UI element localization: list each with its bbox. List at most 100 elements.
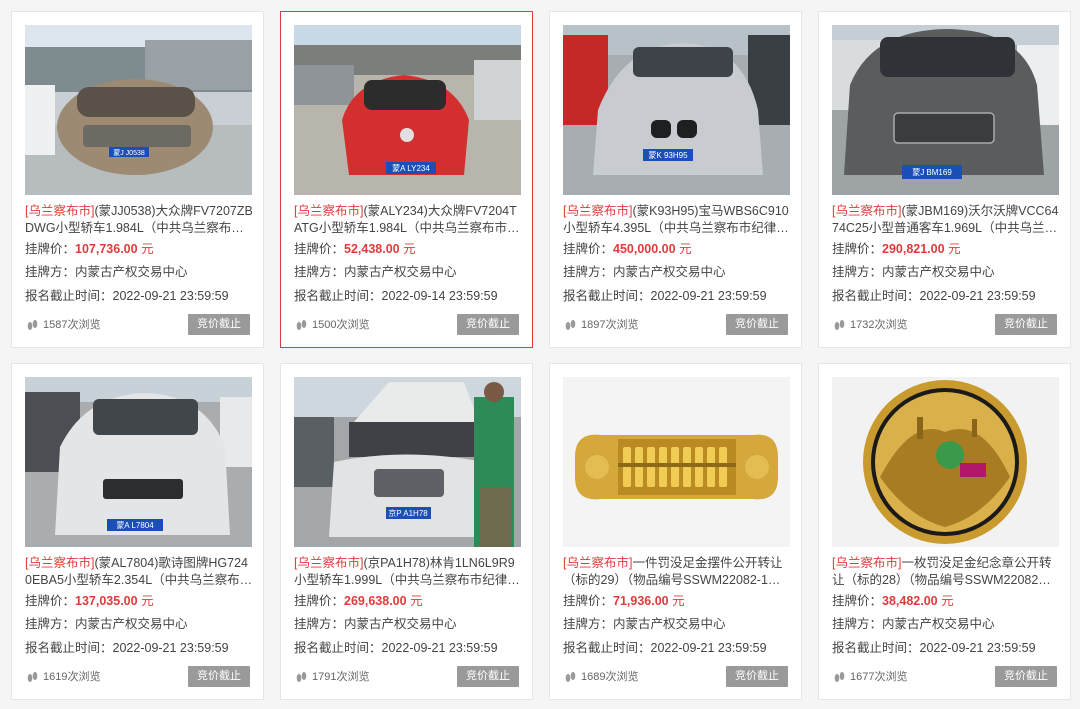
listing-title[interactable]: [乌兰察布市](蒙AL7804)歌诗图牌HG7240EBA5小型轿车2.354L… bbox=[25, 555, 254, 589]
listing-thumbnail-grey-suv[interactable]: 蒙J BM169 bbox=[832, 25, 1059, 195]
deadline-value: 2022-09-21 23:59:59 bbox=[112, 641, 229, 655]
bidding-closed-button[interactable]: 竞价截止 bbox=[188, 666, 250, 687]
listing-title[interactable]: [乌兰察布市]一枚罚没足金纪念章公开转让（标的28）（物品编号SSWM22082… bbox=[832, 555, 1061, 589]
bidding-closed-button[interactable]: 竞价截止 bbox=[457, 666, 519, 687]
owner-row: 挂牌方：内蒙古产权交易中心 bbox=[25, 264, 188, 281]
deadline-row: 报名截止时间：2022-09-21 23:59:59 bbox=[25, 288, 229, 305]
deadline-label: 报名截止时间： bbox=[294, 289, 382, 303]
deadline-label: 报名截止时间： bbox=[832, 641, 920, 655]
listing-thumbnail-silver-coupe[interactable]: 蒙K 93H95 bbox=[563, 25, 790, 195]
deadline-label: 报名截止时间： bbox=[25, 641, 113, 655]
listing-title[interactable]: [乌兰察布市](蒙ALY234)大众牌FV7204TATG小型轿车1.984L（… bbox=[294, 203, 523, 237]
view-count-suffix: 次浏览 bbox=[605, 671, 639, 683]
price-label: 挂牌价： bbox=[25, 242, 76, 256]
price-label: 挂牌价： bbox=[25, 594, 76, 608]
auction-listing-grid: 蒙J J0538 [乌兰察布市](蒙JJ0538)大众牌FV7207ZBDWG小… bbox=[0, 0, 1080, 709]
deadline-value: 2022-09-21 23:59:59 bbox=[650, 641, 767, 655]
view-count: 1677 次浏览 bbox=[832, 670, 907, 684]
view-count-number: 1732 bbox=[850, 319, 875, 331]
deadline-row: 报名截止时间：2022-09-21 23:59:59 bbox=[25, 640, 229, 657]
footprint-icon bbox=[27, 320, 38, 330]
listing-thumbnail-gold-medal[interactable] bbox=[832, 377, 1059, 547]
footprint-icon bbox=[834, 320, 845, 330]
owner-label: 挂牌方： bbox=[832, 265, 883, 279]
plate-text: 蒙K 93H95 bbox=[648, 150, 688, 160]
view-count-number: 1619 bbox=[43, 671, 68, 683]
deadline-row: 报名截止时间：2022-09-21 23:59:59 bbox=[563, 288, 767, 305]
listing-price: 450,000.00 bbox=[613, 242, 676, 256]
listing-thumbnail-red-hatchback[interactable]: 蒙A LY234 bbox=[294, 25, 521, 195]
listing-title[interactable]: [乌兰察布市](蒙JJ0538)大众牌FV7207ZBDWG小型轿车1.984L… bbox=[25, 203, 254, 237]
footprint-icon bbox=[296, 320, 307, 330]
listing-card[interactable]: 京P A1H78 [乌兰察布市](京PA1H78)林肯1LN6L9R9小型轿车1… bbox=[280, 363, 533, 700]
plate-text: 京P A1H78 bbox=[388, 508, 428, 518]
listing-thumbnail-white-sedan-hood-open[interactable]: 京P A1H78 bbox=[294, 377, 521, 547]
owner-value: 内蒙古产权交易中心 bbox=[75, 617, 188, 631]
bidding-closed-button[interactable]: 竞价截止 bbox=[995, 666, 1057, 687]
listing-card[interactable]: [乌兰察布市]一枚罚没足金纪念章公开转让（标的28）（物品编号SSWM22082… bbox=[818, 363, 1071, 700]
view-count-suffix: 次浏览 bbox=[605, 319, 639, 331]
owner-label: 挂牌方： bbox=[25, 617, 76, 631]
owner-label: 挂牌方： bbox=[832, 617, 883, 631]
bidding-closed-button[interactable]: 竞价截止 bbox=[726, 314, 788, 335]
listing-title[interactable]: [乌兰察布市](蒙K93H95)宝马WBS6C910小型轿车4.395L（中共乌… bbox=[563, 203, 792, 237]
view-count-suffix: 次浏览 bbox=[67, 671, 101, 683]
price-label: 挂牌价： bbox=[832, 594, 883, 608]
plate-text: 蒙J BM169 bbox=[912, 167, 952, 177]
owner-row: 挂牌方：内蒙古产权交易中心 bbox=[294, 264, 457, 281]
deadline-value: 2022-09-21 23:59:59 bbox=[650, 289, 767, 303]
listing-thumbnail-white-crossover[interactable]: 蒙A L7804 bbox=[25, 377, 252, 547]
listing-thumbnail-gold-abacus[interactable] bbox=[563, 377, 790, 547]
region-tag: [乌兰察布市] bbox=[294, 556, 364, 570]
region-tag: [乌兰察布市] bbox=[294, 204, 364, 218]
listing-card[interactable]: 蒙K 93H95 [乌兰察布市](蒙K93H95)宝马WBS6C910小型轿车4… bbox=[549, 11, 802, 348]
bidding-closed-button[interactable]: 竞价截止 bbox=[726, 666, 788, 687]
listing-title[interactable]: [乌兰察布市](京PA1H78)林肯1LN6L9R9小型轿车1.999L（中共乌… bbox=[294, 555, 523, 589]
deadline-label: 报名截止时间： bbox=[563, 641, 651, 655]
price-label: 挂牌价： bbox=[832, 242, 883, 256]
view-count-suffix: 次浏览 bbox=[336, 319, 370, 331]
owner-value: 内蒙古产权交易中心 bbox=[882, 265, 995, 279]
region-tag: [乌兰察布市] bbox=[25, 556, 95, 570]
listing-card[interactable]: 蒙A L7804 [乌兰察布市](蒙AL7804)歌诗图牌HG7240EBA5小… bbox=[11, 363, 264, 700]
plate-text: 蒙J J0538 bbox=[113, 148, 145, 157]
listing-card[interactable]: [乌兰察布市]一件罚没足金摆件公开转让（标的29）（物品编号SSWM22082-… bbox=[549, 363, 802, 700]
owner-label: 挂牌方： bbox=[563, 617, 614, 631]
view-count-suffix: 次浏览 bbox=[336, 671, 370, 683]
region-tag: [乌兰察布市] bbox=[563, 204, 633, 218]
price-label: 挂牌价： bbox=[294, 242, 345, 256]
owner-value: 内蒙古产权交易中心 bbox=[344, 265, 457, 279]
listing-price: 290,821.00 bbox=[882, 242, 945, 256]
listing-price: 71,936.00 bbox=[613, 594, 669, 608]
price-unit: 元 bbox=[672, 594, 685, 608]
view-count-number: 1677 bbox=[850, 671, 875, 683]
view-count: 1791 次浏览 bbox=[294, 670, 369, 684]
bidding-closed-button[interactable]: 竞价截止 bbox=[995, 314, 1057, 335]
deadline-value: 2022-09-21 23:59:59 bbox=[381, 641, 498, 655]
owner-value: 内蒙古产权交易中心 bbox=[75, 265, 188, 279]
owner-row: 挂牌方：内蒙古产权交易中心 bbox=[832, 616, 995, 633]
owner-value: 内蒙古产权交易中心 bbox=[344, 617, 457, 631]
owner-value: 内蒙古产权交易中心 bbox=[882, 617, 995, 631]
listing-card[interactable]: 蒙A LY234 [乌兰察布市](蒙ALY234)大众牌FV7204TATG小型… bbox=[280, 11, 533, 348]
price-unit: 元 bbox=[141, 594, 154, 608]
price-row: 挂牌价：290,821.00 元 bbox=[832, 241, 961, 258]
view-count-number: 1500 bbox=[312, 319, 337, 331]
price-unit: 元 bbox=[679, 242, 692, 256]
listing-card[interactable]: 蒙J J0538 [乌兰察布市](蒙JJ0538)大众牌FV7207ZBDWG小… bbox=[11, 11, 264, 348]
price-unit: 元 bbox=[141, 242, 154, 256]
listing-card[interactable]: 蒙J BM169 [乌兰察布市](蒙JBM169)沃尔沃牌VCC6474C25小… bbox=[818, 11, 1071, 348]
listing-thumbnail-silver-sedan[interactable]: 蒙J J0538 bbox=[25, 25, 252, 195]
bidding-closed-button[interactable]: 竞价截止 bbox=[188, 314, 250, 335]
deadline-row: 报名截止时间：2022-09-21 23:59:59 bbox=[563, 640, 767, 657]
owner-row: 挂牌方：内蒙古产权交易中心 bbox=[563, 616, 726, 633]
deadline-label: 报名截止时间： bbox=[832, 289, 920, 303]
price-row: 挂牌价：38,482.00 元 bbox=[832, 593, 954, 610]
listing-title[interactable]: [乌兰察布市](蒙JBM169)沃尔沃牌VCC6474C25小型普通客车1.96… bbox=[832, 203, 1061, 237]
bidding-closed-button[interactable]: 竞价截止 bbox=[457, 314, 519, 335]
owner-label: 挂牌方： bbox=[294, 265, 345, 279]
listing-title[interactable]: [乌兰察布市]一件罚没足金摆件公开转让（标的29）（物品编号SSWM22082-… bbox=[563, 555, 792, 589]
view-count-suffix: 次浏览 bbox=[874, 319, 908, 331]
region-tag: [乌兰察布市] bbox=[832, 556, 902, 570]
deadline-row: 报名截止时间：2022-09-21 23:59:59 bbox=[294, 640, 498, 657]
